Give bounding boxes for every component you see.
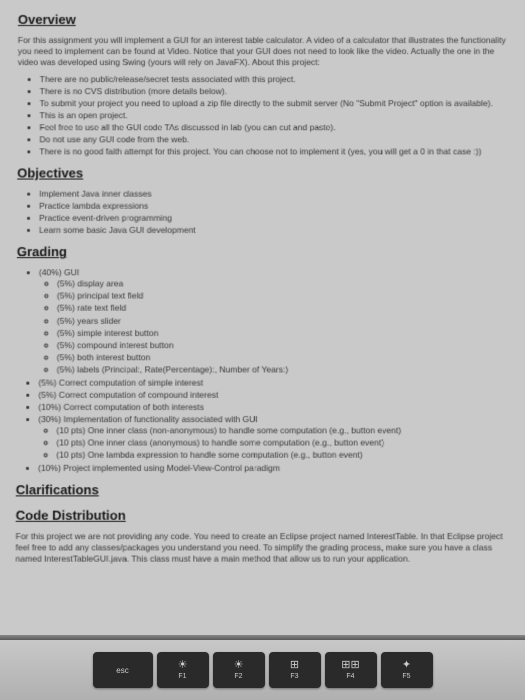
list-item: (5%) labels (Principal:, Rate(Percentage… bbox=[57, 364, 509, 375]
list-item: Implement Java inner classes bbox=[39, 189, 508, 200]
list-item: (5%) simple interest button bbox=[57, 327, 509, 338]
list-item: (10 pts) One inner class (anonymous) to … bbox=[56, 437, 509, 448]
grading-list: (40%) GUI (5%) display area (5%) princip… bbox=[38, 268, 509, 475]
f3-key[interactable]: ⊞ F3 bbox=[269, 652, 321, 688]
key-label: F4 bbox=[346, 673, 354, 680]
code-dist-heading: Code Distribution bbox=[16, 508, 510, 525]
list-item: (10 pts) One lambda expression to handle… bbox=[56, 450, 509, 461]
list-item: (10%) Correct computation of both intere… bbox=[38, 402, 509, 413]
f2-key[interactable]: ☀ F2 bbox=[213, 652, 265, 688]
list-item: Practice lambda expressions bbox=[39, 201, 508, 212]
key-label: F1 bbox=[178, 673, 186, 680]
list-item: There is no CVS distribution (more detai… bbox=[40, 86, 508, 97]
list-item: This is an open project. bbox=[39, 110, 507, 121]
list-item: There is no good faith attempt for this … bbox=[39, 147, 507, 158]
overview-list: There are no public/release/secret tests… bbox=[39, 74, 507, 158]
key-label: F5 bbox=[402, 673, 410, 680]
list-item: (5%) principal text field bbox=[57, 291, 509, 302]
list-item: Do not use any GUI code from the web. bbox=[39, 135, 507, 146]
list-item: (10 pts) One inner class (non-anonymous)… bbox=[56, 425, 509, 436]
document-viewport: Overview For this assignment you will im… bbox=[0, 0, 525, 648]
impl-label: (30%) Implementation of functionality as… bbox=[38, 414, 258, 424]
gui-label: (40%) GUI bbox=[39, 268, 79, 278]
key-label: F3 bbox=[290, 673, 298, 680]
key-label: F2 bbox=[234, 673, 242, 680]
f4-key[interactable]: ⊞⊞ F4 bbox=[325, 652, 377, 688]
brightness-down-icon: ☀ bbox=[178, 660, 188, 671]
mission-control-icon: ⊞ bbox=[290, 660, 299, 671]
code-dist-text: For this project we are not providing an… bbox=[15, 531, 509, 565]
list-item: (5%) both interest button bbox=[57, 352, 509, 363]
list-item: (5%) Correct computation of simple inter… bbox=[38, 377, 508, 388]
list-item: Learn some basic Java GUI development bbox=[39, 225, 508, 236]
list-item: Feel free to use all the GUI code TAs di… bbox=[39, 122, 507, 133]
list-item: (5%) Correct computation of compound int… bbox=[38, 389, 508, 400]
list-item: There are no public/release/secret tests… bbox=[40, 74, 508, 85]
clarifications-heading: Clarifications bbox=[16, 482, 510, 499]
esc-key[interactable]: esc bbox=[93, 652, 153, 688]
objectives-list: Implement Java inner classes Practice la… bbox=[39, 189, 508, 237]
list-item: (5%) rate text field bbox=[57, 303, 509, 314]
overview-intro: For this assignment you will implement a… bbox=[18, 35, 508, 68]
list-item: (5%) compound interest button bbox=[57, 340, 509, 351]
list-item: (40%) GUI (5%) display area (5%) princip… bbox=[38, 268, 508, 376]
list-item: To submit your project you need to uploa… bbox=[40, 98, 508, 109]
objectives-heading: Objectives bbox=[17, 166, 508, 183]
grading-heading: Grading bbox=[17, 244, 508, 261]
brightness-up-icon: ☀ bbox=[234, 660, 244, 671]
launchpad-icon: ⊞⊞ bbox=[341, 660, 359, 671]
key-label: esc bbox=[116, 666, 128, 675]
f1-key[interactable]: ☀ F1 bbox=[157, 652, 209, 688]
keyboard-light-icon: ✦ bbox=[402, 660, 411, 671]
list-item: (30%) Implementation of functionality as… bbox=[38, 414, 509, 461]
f5-key[interactable]: ✦ F5 bbox=[381, 652, 433, 688]
list-item: (5%) display area bbox=[57, 279, 508, 290]
list-item: Practice event-driven programming bbox=[39, 213, 508, 224]
list-item: (10%) Project implemented using Model-Vi… bbox=[38, 463, 509, 474]
keyboard: esc ☀ F1 ☀ F2 ⊞ F3 ⊞⊞ F4 ✦ F5 bbox=[0, 640, 525, 700]
list-item: (5%) years slider bbox=[57, 315, 509, 326]
overview-heading: Overview bbox=[18, 12, 507, 29]
